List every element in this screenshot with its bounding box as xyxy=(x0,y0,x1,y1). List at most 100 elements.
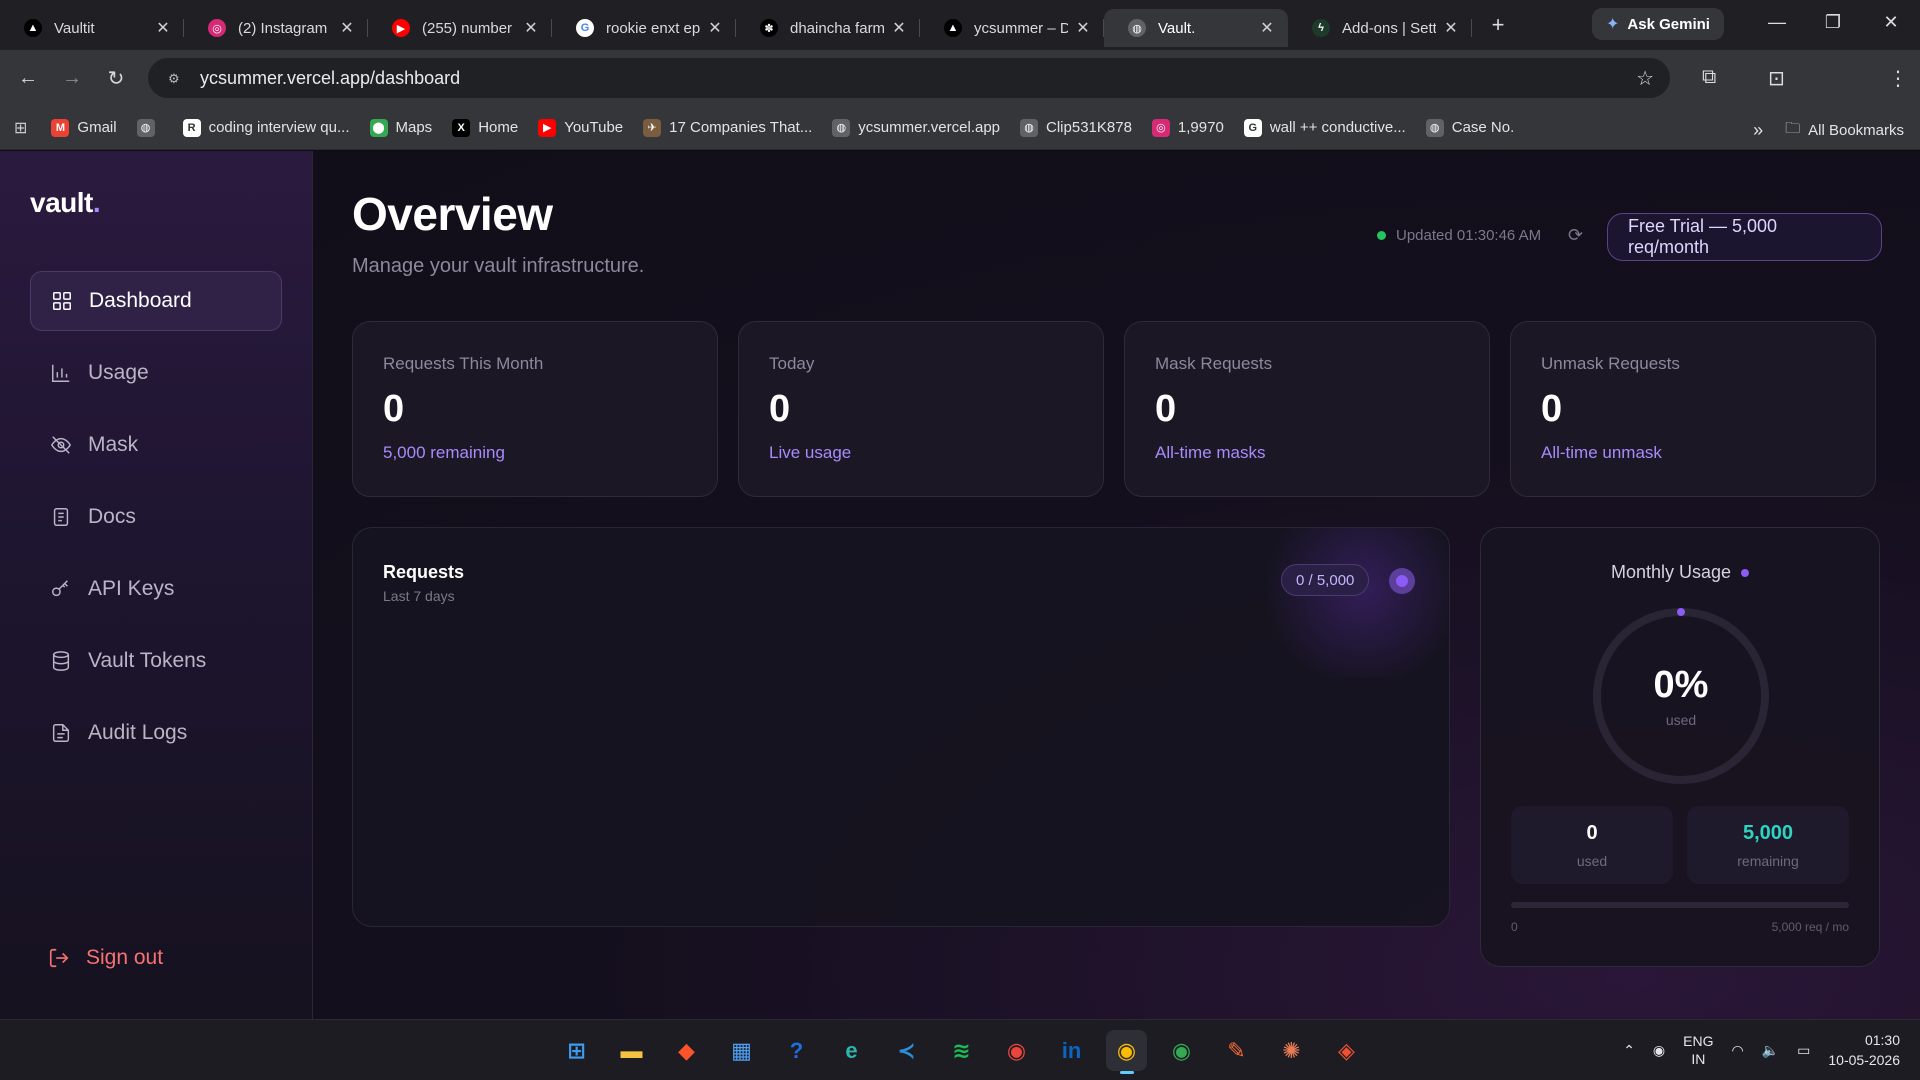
instagram-icon: ◎ xyxy=(208,19,226,37)
browser-tab[interactable]: ◍ Vault. ✕ xyxy=(1104,9,1288,47)
claude-icon[interactable]: ✺ xyxy=(1271,1030,1312,1071)
vault-logo[interactable]: vault. xyxy=(30,187,101,219)
spotify-icon[interactable]: ≋ xyxy=(941,1030,982,1071)
close-tab-icon[interactable]: ✕ xyxy=(154,18,172,38)
sidebar-item-api-keys[interactable]: API Keys xyxy=(30,559,282,619)
browser-tab[interactable]: ▶ (255) number ✕ xyxy=(368,9,552,47)
brave-icon[interactable]: ◆ xyxy=(666,1030,707,1071)
usage-progress-bar xyxy=(1511,902,1849,908)
menu-kebab-icon[interactable]: ⋮ xyxy=(1888,66,1908,91)
chrome-icon[interactable]: ◉ xyxy=(996,1030,1037,1071)
close-tab-icon[interactable]: ✕ xyxy=(706,18,724,38)
bookmark-item[interactable]: ✈ 17 Companies That... xyxy=(643,118,812,137)
close-tab-icon[interactable]: ✕ xyxy=(1442,18,1460,38)
bookmark-item[interactable]: ◍ ycsummer.vercel.app xyxy=(832,118,1000,137)
clock[interactable]: 01:30 10-05-2026 xyxy=(1828,1030,1900,1070)
close-tab-icon[interactable]: ✕ xyxy=(338,18,356,38)
minimize-icon[interactable]: — xyxy=(1762,12,1792,33)
ask-gemini-button[interactable]: ✦ Ask Gemini xyxy=(1592,8,1724,40)
tab-search-icon[interactable]: ⊡ xyxy=(1768,66,1785,91)
bookmark-item[interactable]: Rcoding interview qu... xyxy=(182,118,350,137)
bookmark-item[interactable]: M Gmail xyxy=(51,118,117,137)
bookmark-item[interactable]: ▶ YouTube xyxy=(538,118,623,137)
sign-out-button[interactable]: Sign out xyxy=(48,946,163,970)
bookmark-label: Home xyxy=(478,119,519,136)
bookmark-item[interactable]: ◍ Clip531K878 xyxy=(1020,118,1132,137)
extensions-icon[interactable]: ⧉ xyxy=(1702,66,1716,89)
close-tab-icon[interactable]: ✕ xyxy=(1074,18,1092,38)
wifi-icon[interactable]: ◠ xyxy=(1731,1042,1743,1059)
bookmark-item[interactable]: ◍ xyxy=(136,118,163,137)
instagram-icon: ◎ xyxy=(1151,118,1170,137)
stat-label: Mask Requests xyxy=(1155,354,1273,373)
browser-tab[interactable]: ✽ dhaincha farm ✕ xyxy=(736,9,920,47)
file-explorer-icon[interactable]: ▬ xyxy=(611,1030,652,1071)
sidebar-item-label: Usage xyxy=(88,361,149,384)
bookmark-item[interactable]: ◍ Case No. xyxy=(1425,118,1514,137)
back-icon[interactable]: ← xyxy=(6,67,50,90)
help-icon[interactable]: ? xyxy=(776,1030,817,1071)
new-tab-button[interactable]: + xyxy=(1480,12,1516,38)
close-tab-icon[interactable]: ✕ xyxy=(1258,18,1276,38)
browser-tab[interactable]: ◎ (2) Instagram ✕ xyxy=(184,9,368,47)
sidebar-item-audit-logs[interactable]: Audit Logs xyxy=(30,703,282,763)
bookmark-item[interactable]: ⬤ Maps xyxy=(369,118,432,137)
used-tile: 0 used xyxy=(1511,806,1673,884)
grid-icon xyxy=(53,292,71,310)
stat-card-mask-requests: Mask Requests 0 All-time masks xyxy=(1124,321,1490,497)
restore-icon[interactable]: ❐ xyxy=(1818,12,1848,33)
globe-icon: ◍ xyxy=(1128,19,1146,37)
omnibox[interactable]: ⚙ ycsummer.vercel.app/dashboard ☆ xyxy=(148,58,1670,98)
browser-tab[interactable]: ▲ ycsummer – D ✕ xyxy=(920,9,1104,47)
chrome-profile-icon[interactable]: ◉ xyxy=(1161,1030,1202,1071)
free-trial-badge[interactable]: Free Trial — 5,000 req/month xyxy=(1607,213,1882,261)
bookmarks-overflow-icon[interactable]: » xyxy=(1753,120,1763,141)
sidebar-item-dashboard[interactable]: Dashboard xyxy=(30,271,282,331)
close-tab-icon[interactable]: ✕ xyxy=(522,18,540,38)
microsoft-store-icon[interactable]: ▦ xyxy=(721,1030,762,1071)
bookmark-label: Gmail xyxy=(77,119,117,136)
chrome-active-icon[interactable]: ◉ xyxy=(1106,1030,1147,1074)
browser-tab[interactable]: ϟ Add-ons | Sett ✕ xyxy=(1288,9,1472,47)
site-info-icon[interactable]: ⚙ xyxy=(168,71,186,86)
browser-tab[interactable]: Grookie enxt ep ✕ xyxy=(552,9,736,47)
sidebar-item-mask[interactable]: Mask xyxy=(30,415,282,475)
bookmark-star-icon[interactable]: ☆ xyxy=(1636,66,1654,91)
sidebar-item-usage[interactable]: Usage xyxy=(30,343,282,403)
bookmark-item[interactable]: X Home xyxy=(452,118,519,137)
linkedin-icon[interactable]: in xyxy=(1051,1030,1092,1071)
folder-icon: 🗀 xyxy=(1785,120,1801,137)
browser-tab[interactable]: ▲ Vaultit ✕ xyxy=(0,9,184,47)
volume-icon[interactable]: 🔈 xyxy=(1762,1042,1779,1059)
tray-overflow-icon[interactable]: ⌃ xyxy=(1623,1042,1635,1059)
reload-icon[interactable]: ↻ xyxy=(94,66,138,91)
bookmark-item[interactable]: Gwall ++ conductive... xyxy=(1243,118,1406,137)
ask-gemini-label: Ask Gemini xyxy=(1627,15,1710,33)
bookmark-item[interactable]: ◎ 1,9970 xyxy=(1151,118,1224,137)
stat-value: 0 xyxy=(769,388,791,430)
sidebar-item-vault-tokens[interactable]: Vault Tokens xyxy=(30,631,282,691)
vscode-icon[interactable]: ≺ xyxy=(886,1030,927,1071)
git-icon[interactable]: ◈ xyxy=(1326,1030,1367,1071)
gemini-sparkle-icon: ✦ xyxy=(1606,16,1620,33)
stat-value: 0 xyxy=(383,388,405,430)
used-value: 0 xyxy=(1586,822,1598,844)
close-window-icon[interactable]: ✕ xyxy=(1876,12,1906,33)
tray-app-icon[interactable]: ◉ xyxy=(1653,1042,1665,1059)
language-indicator[interactable]: ENG IN xyxy=(1683,1032,1713,1068)
postman-icon[interactable]: ✎ xyxy=(1216,1030,1257,1071)
sign-out-label: Sign out xyxy=(86,946,164,969)
windows-start-icon[interactable]: ⊞ xyxy=(556,1030,597,1071)
close-tab-icon[interactable]: ✕ xyxy=(890,18,908,38)
battery-icon[interactable]: ▭ xyxy=(1797,1042,1810,1059)
apps-grid-icon[interactable]: ⊞ xyxy=(14,118,27,138)
forward-icon[interactable]: → xyxy=(50,67,94,90)
edge-icon[interactable]: e xyxy=(831,1030,872,1071)
sidebar-item-docs[interactable]: Docs xyxy=(30,487,282,547)
usage-percent: 0% xyxy=(1653,664,1709,706)
tab-title: dhaincha farm xyxy=(790,19,884,37)
panel-glow xyxy=(1253,528,1449,678)
all-bookmarks-button[interactable]: 🗀 All Bookmarks xyxy=(1785,118,1904,143)
url-text[interactable]: ycsummer.vercel.app/dashboard xyxy=(200,68,460,89)
refresh-icon[interactable]: ⟳ xyxy=(1568,225,1583,246)
